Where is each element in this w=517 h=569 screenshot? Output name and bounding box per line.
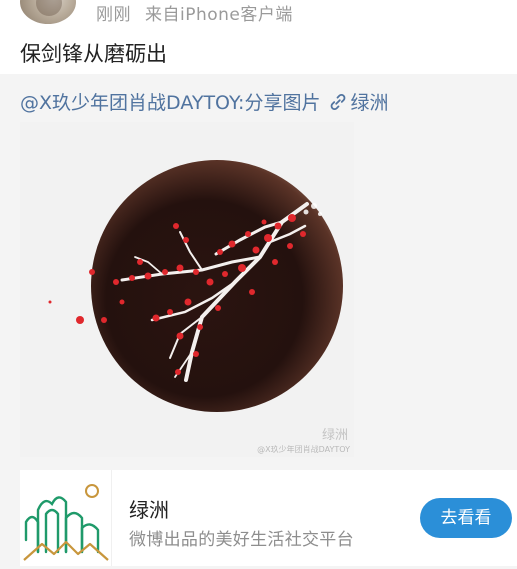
- image-watermark: @X玖少年团肖战DAYTOY: [257, 445, 350, 454]
- shared-image[interactable]: 绿洲 @X玖少年团肖战DAYTOY: [20, 122, 354, 457]
- oasis-link[interactable]: 绿洲: [350, 92, 388, 114]
- post-time: 刚刚: [96, 5, 131, 25]
- card-title: 绿洲: [129, 498, 169, 522]
- retweet-block[interactable]: @X玖少年团肖战DAYTOY:分享图片 绿洲 绿洲 @X玖少年团肖战DAYTOY…: [0, 74, 517, 569]
- post-header: 刚刚 来自iPhone客户端 保剑锋从磨砺出: [0, 0, 517, 74]
- post-meta: 刚刚 来自iPhone客户端: [96, 0, 293, 25]
- retweet-text: :分享图片: [238, 92, 321, 114]
- oasis-logo-icon: [20, 470, 112, 566]
- oasis-app-card[interactable]: 绿洲 微博出品的美好生活社交平台 去看看: [20, 470, 517, 566]
- post-source[interactable]: 来自iPhone客户端: [145, 5, 293, 25]
- mention-link[interactable]: @X玖少年团肖战DAYTOY: [20, 92, 238, 114]
- link-icon: [331, 94, 346, 110]
- plum-blossom-artwork: [20, 122, 354, 457]
- card-description: 微博出品的美好生活社交平台: [129, 530, 354, 550]
- retweet-line: @X玖少年团肖战DAYTOY:分享图片 绿洲: [20, 88, 388, 115]
- avatar[interactable]: [20, 0, 76, 24]
- image-watermark-logo: 绿洲: [321, 428, 348, 443]
- go-see-button[interactable]: 去看看: [420, 498, 512, 538]
- post-text: 保剑锋从磨砺出: [20, 42, 167, 66]
